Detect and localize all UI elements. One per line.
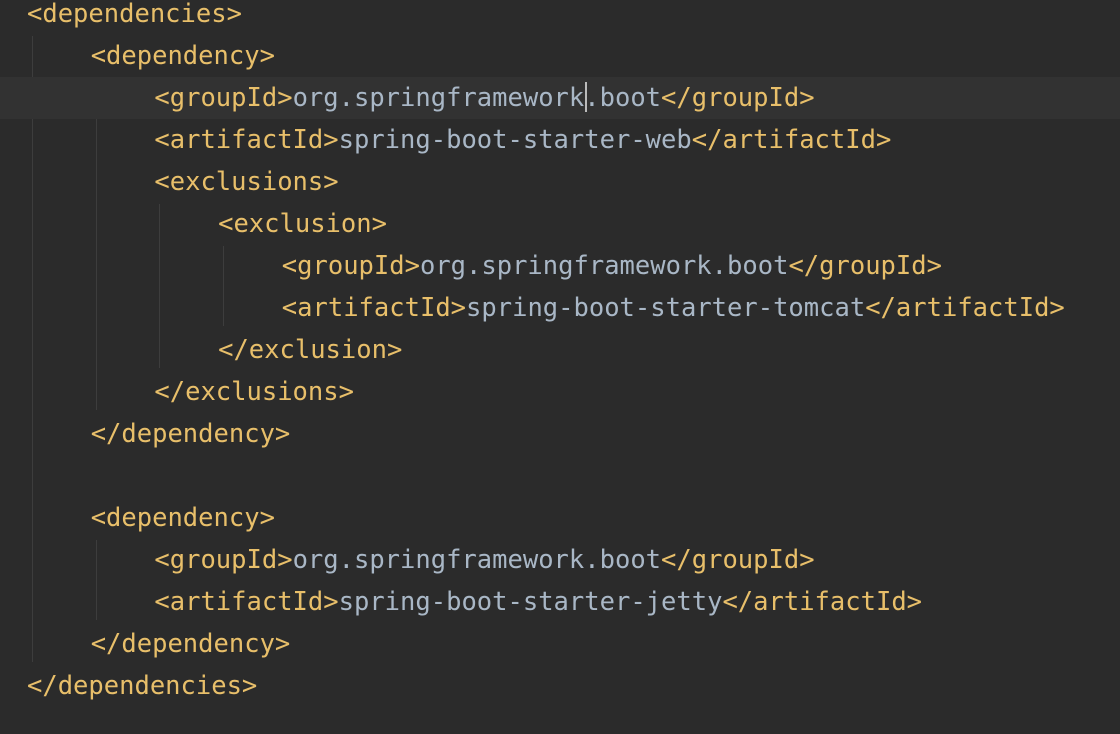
code-line-content: </dependency> xyxy=(91,623,291,665)
xml-open-tag: <dependency> xyxy=(90,503,275,533)
code-line-content: </dependencies> xyxy=(27,665,257,707)
xml-text-value: spring-boot-starter-web xyxy=(338,125,692,155)
xml-close-tag: </groupId> xyxy=(661,545,815,575)
code-line[interactable]: <exclusion> xyxy=(0,203,1120,245)
code-line[interactable]: </exclusion> xyxy=(0,329,1120,371)
code-line[interactable]: <dependency> xyxy=(0,35,1120,77)
code-line[interactable]: <dependency> xyxy=(0,497,1120,539)
xml-open-tag: <artifactId> xyxy=(154,125,339,155)
xml-open-tag: </dependency> xyxy=(90,629,291,659)
code-line-content: </exclusions> xyxy=(154,371,354,413)
code-line-content: <groupId>org.springframework.boot</group… xyxy=(154,539,814,581)
xml-text-value: spring-boot-starter-jetty xyxy=(338,587,723,617)
code-line-content: <artifactId>spring-boot-starter-jetty</a… xyxy=(154,581,922,623)
xml-open-tag: <exclusion> xyxy=(218,209,387,239)
code-editor[interactable]: <dependencies> <dependency> <groupId>org.s… xyxy=(0,0,1120,734)
code-line[interactable]: </dependency> xyxy=(0,623,1120,665)
code-line-content: <dependency> xyxy=(91,35,275,77)
code-line-content: <groupId>org.springframework.boot</group… xyxy=(154,77,814,119)
code-line[interactable]: <exclusions> xyxy=(0,161,1120,203)
code-line-content: <exclusion> xyxy=(218,203,387,245)
code-line-content: <exclusions> xyxy=(154,161,338,203)
code-line[interactable] xyxy=(0,455,1120,497)
code-line[interactable]: <artifactId>spring-boot-starter-tomcat</… xyxy=(0,287,1120,329)
xml-open-tag: <artifactId> xyxy=(154,587,339,617)
code-line-content: <groupId>org.springframework.boot</group… xyxy=(282,245,942,287)
xml-open-tag: </dependencies> xyxy=(27,671,258,701)
code-line-content: <artifactId>spring-boot-starter-web</art… xyxy=(154,119,891,161)
xml-close-tag: </groupId> xyxy=(788,251,942,281)
xml-open-tag: <artifactId> xyxy=(281,293,467,323)
xml-open-tag: <groupId> xyxy=(154,83,293,113)
xml-open-tag: <groupId> xyxy=(154,545,293,575)
xml-open-tag: </dependency> xyxy=(90,419,291,449)
xml-close-tag: </artifactId> xyxy=(691,125,892,155)
xml-open-tag: <dependencies> xyxy=(27,0,242,29)
code-line[interactable]: </exclusions> xyxy=(0,371,1120,413)
code-line[interactable]: <artifactId>spring-boot-starter-web</art… xyxy=(0,119,1120,161)
xml-close-tag: </artifactId> xyxy=(865,293,1065,323)
xml-close-tag: </groupId> xyxy=(661,83,815,113)
code-line-content: <dependency> xyxy=(91,497,275,539)
code-line[interactable]: <groupId>org.springframework.boot</group… xyxy=(0,539,1120,581)
text-caret xyxy=(585,82,587,112)
xml-open-tag: <dependency> xyxy=(90,41,275,71)
code-line-content: <artifactId>spring-boot-starter-tomcat</… xyxy=(282,287,1065,329)
xml-open-tag: </exclusion> xyxy=(218,335,403,365)
code-line[interactable]: </dependencies> xyxy=(0,665,1120,707)
code-line[interactable]: <groupId>org.springframework.boot</group… xyxy=(0,245,1120,287)
xml-close-tag: </artifactId> xyxy=(722,587,923,617)
xml-text-value: spring-boot-starter-tomcat xyxy=(466,293,866,323)
xml-text-value: org.springframework.boot xyxy=(292,83,662,113)
code-line[interactable]: <dependencies> xyxy=(0,0,1120,35)
xml-open-tag: <groupId> xyxy=(281,251,420,281)
code-line-content: </dependency> xyxy=(91,413,291,455)
xml-text-value: org.springframework.boot xyxy=(292,545,662,575)
code-line[interactable]: <artifactId>spring-boot-starter-jetty</a… xyxy=(0,581,1120,623)
code-line-content: </exclusion> xyxy=(218,329,402,371)
xml-open-tag: </exclusions> xyxy=(154,377,354,407)
xml-open-tag: <exclusions> xyxy=(154,167,339,197)
code-line[interactable]: </dependency> xyxy=(0,413,1120,455)
code-line[interactable]: <groupId>org.springframework.boot</group… xyxy=(0,77,1120,119)
xml-text-value: org.springframework.boot xyxy=(419,251,789,281)
code-line-content: <dependencies> xyxy=(27,0,242,35)
